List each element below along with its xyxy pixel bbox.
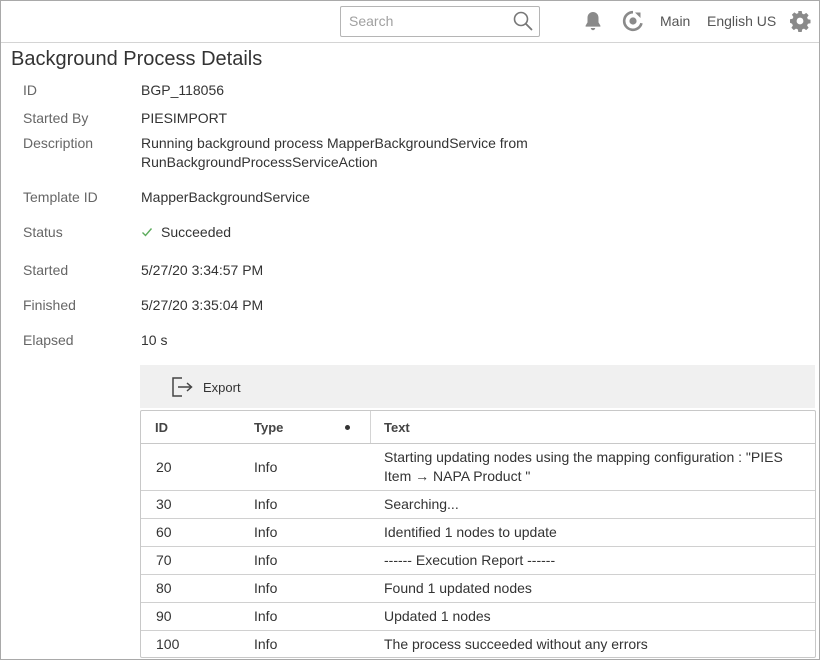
finished-value: 5/27/20 3:35:04 PM (141, 297, 264, 313)
export-label: Export (203, 379, 241, 395)
table-row[interactable]: 30 Info Searching... (141, 491, 815, 519)
row-text-line-1: Starting updating nodes using the mappin… (384, 449, 783, 465)
log-toolbar: Export (140, 365, 815, 408)
export-button[interactable]: Export (171, 375, 241, 399)
status-label: Status (23, 224, 63, 240)
row-id: 20 (156, 459, 172, 475)
table-row[interactable]: 90 Info Updated 1 nodes (141, 603, 815, 631)
column-menu-dot-icon[interactable] (345, 425, 350, 430)
gear-icon[interactable] (788, 9, 812, 33)
row-type: Info (254, 580, 278, 596)
row-text: Starting updating nodes using the mappin… (384, 448, 783, 486)
elapsed-label: Elapsed (23, 332, 74, 348)
template-id-label: Template ID (23, 189, 98, 205)
context-selector[interactable]: Main (660, 13, 690, 29)
language-selector[interactable]: English US (707, 13, 776, 29)
description-line-2: RunBackgroundProcessServiceAction (141, 154, 378, 170)
table-row[interactable]: 60 Info Identified 1 nodes to update (141, 519, 815, 547)
refresh-icon[interactable] (621, 9, 645, 33)
row-text: Searching... (384, 496, 459, 512)
row-type: Info (254, 608, 278, 624)
row-type: Info (254, 496, 278, 512)
search-box[interactable] (340, 6, 540, 37)
started-by-label: Started By (23, 110, 89, 126)
export-icon (172, 377, 193, 397)
top-bar: Main English US (1, 1, 819, 43)
row-type: Info (254, 636, 278, 652)
search-input[interactable] (349, 12, 509, 30)
started-by-value: PIESIMPORT (141, 110, 228, 126)
row-id: 60 (156, 524, 172, 540)
row-text: The process succeeded without any errors (384, 636, 648, 652)
column-header-type[interactable]: Type (254, 420, 283, 435)
table-row[interactable]: 70 Info ------ Execution Report ------ (141, 547, 815, 575)
started-value: 5/27/20 3:34:57 PM (141, 262, 264, 278)
row-id: 80 (156, 580, 172, 596)
table-row[interactable]: 100 Info The process succeeded without a… (141, 631, 815, 657)
log-table: ID Type Text 20 Info Starting updating n… (140, 410, 816, 658)
status-value-group: Succeeded (141, 223, 231, 242)
id-label: ID (23, 82, 37, 98)
description-line-1: Running background process MapperBackgro… (141, 135, 528, 151)
bell-icon[interactable] (581, 9, 605, 33)
row-type: Info (254, 524, 278, 540)
finished-label: Finished (23, 297, 76, 313)
row-id: 90 (156, 608, 172, 624)
column-header-id[interactable]: ID (155, 420, 168, 435)
status-value: Succeeded (161, 224, 232, 240)
row-text: ------ Execution Report ------ (384, 552, 556, 568)
check-icon (142, 228, 153, 237)
elapsed-value: 10 s (141, 332, 168, 348)
row-id: 30 (156, 496, 172, 512)
column-header-text[interactable]: Text (384, 420, 410, 435)
row-type: Info (254, 459, 278, 475)
description-label: Description (23, 135, 94, 151)
row-id: 70 (156, 552, 172, 568)
table-row[interactable]: 20 Info Starting updating nodes using th… (141, 444, 815, 491)
column-divider (370, 411, 371, 443)
description-value: Running background process MapperBackgro… (141, 134, 528, 172)
row-id: 100 (156, 636, 180, 652)
row-text-line-2: Item → NAPA Product " (384, 468, 531, 484)
page-title: Background Process Details (11, 48, 263, 70)
row-text: Identified 1 nodes to update (384, 524, 557, 540)
row-text: Found 1 updated nodes (384, 580, 532, 596)
template-id-value: MapperBackgroundService (141, 189, 310, 205)
table-header: ID Type Text (141, 411, 815, 444)
search-icon[interactable] (512, 10, 534, 32)
row-type: Info (254, 552, 278, 568)
started-label: Started (23, 262, 69, 278)
table-row[interactable]: 80 Info Found 1 updated nodes (141, 575, 815, 603)
row-text: Updated 1 nodes (384, 608, 491, 624)
id-value: BGP_118056 (141, 82, 225, 98)
